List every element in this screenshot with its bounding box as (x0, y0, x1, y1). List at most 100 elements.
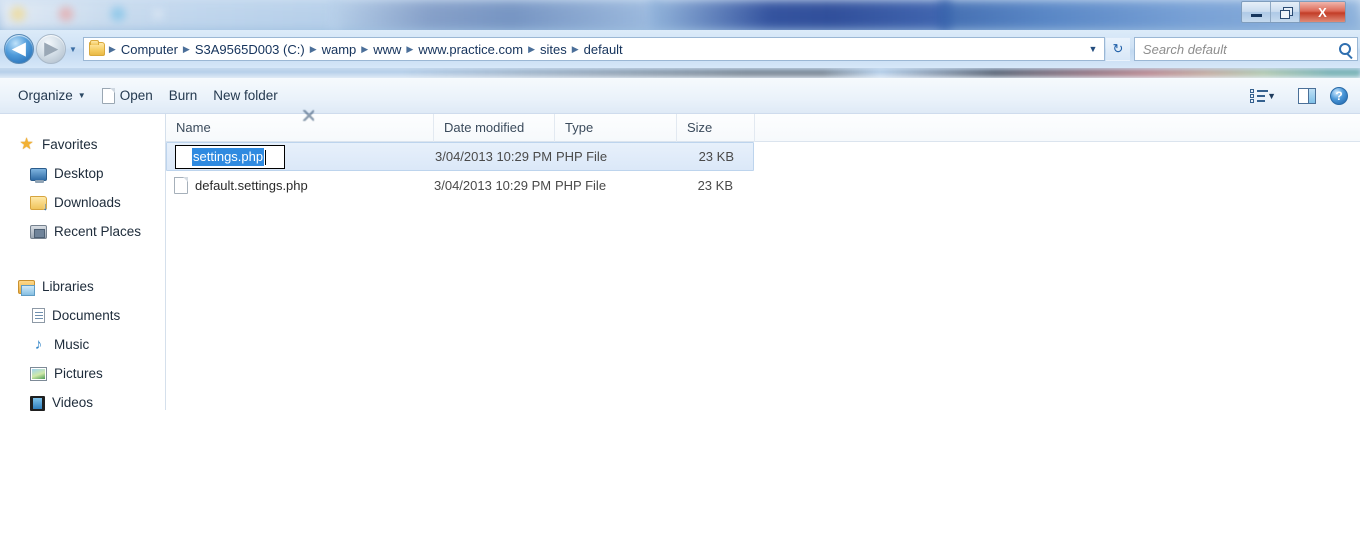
column-header-row: Name Date modified Type Size (166, 109, 1360, 142)
table-row[interactable]: default.settings.php 3/04/2013 10:29 PM … (166, 171, 1360, 200)
column-header-type[interactable]: Type (555, 113, 677, 142)
sidebar-item-documents[interactable]: Documents (0, 301, 165, 330)
sidebar-item-music[interactable]: ♪ Music (0, 330, 165, 359)
pictures-icon (30, 367, 47, 381)
address-path-box[interactable]: ▶ Computer ▶ S3A9565D003 (C:) ▶ wamp ▶ w… (82, 37, 1105, 61)
sidebar-item-pictures[interactable]: Pictures (0, 359, 165, 388)
open-button[interactable]: Open (94, 84, 161, 108)
breadcrumb-item-drive[interactable]: S3A9565D003 (C:) (191, 41, 309, 58)
file-date-cell: 3/04/2013 10:29 PM (434, 171, 555, 200)
sidebar-item-label: Recent Places (54, 224, 142, 239)
help-button[interactable]: ? (1330, 86, 1348, 105)
column-header-label: Date modified (444, 120, 525, 135)
search-input[interactable]: Search default (1143, 42, 1227, 57)
breadcrumb-item-wamp[interactable]: wamp (318, 41, 361, 58)
preview-pane-button[interactable] (1298, 87, 1316, 104)
sidebar-item-downloads[interactable]: Downloads (0, 188, 165, 217)
recent-places-icon (30, 225, 47, 239)
file-type-cell: PHP File (556, 143, 678, 170)
help-icon: ? (1335, 88, 1343, 103)
file-size-cell: 23 KB (678, 143, 748, 170)
desktop-icon (30, 167, 47, 183)
explorer-window: X ◀ ▶ ▼ ▶ Computer ▶ S3A9565D003 (C:) ▶ … (0, 0, 1360, 550)
column-header-date-modified[interactable]: Date modified (434, 113, 555, 142)
forward-button[interactable]: ▶ (36, 34, 66, 64)
column-header-label: Name (176, 120, 211, 135)
breadcrumb-separator: ▶ (361, 43, 369, 54)
sidebar-item-libraries[interactable]: Libraries (0, 272, 165, 301)
desktop-bleed-icons (8, 4, 258, 26)
search-box[interactable]: Search default (1133, 37, 1358, 61)
open-label: Open (119, 88, 153, 103)
breadcrumb-separator: ▶ (309, 43, 317, 54)
videos-icon (30, 395, 45, 411)
breadcrumb-item-sites[interactable]: sites (536, 41, 571, 58)
mouse-cursor-artifact (303, 109, 314, 121)
back-button[interactable]: ◀ (4, 34, 34, 64)
close-icon: X (1318, 4, 1327, 20)
sidebar-item-label: Pictures (54, 366, 103, 381)
desktop-bleed-region-2 (330, 0, 660, 30)
sidebar-item-favorites[interactable]: ★ Favorites (0, 130, 165, 159)
sidebar-item-videos[interactable]: Videos (0, 388, 165, 417)
new-folder-label: New folder (213, 88, 278, 103)
file-size-cell: 23 KB (677, 171, 747, 200)
column-header-label: Type (565, 120, 594, 135)
new-folder-button[interactable]: New folder (205, 84, 286, 107)
recent-locations-button[interactable]: ▼ (69, 45, 77, 54)
file-type-cell: PHP File (555, 171, 677, 200)
restore-button[interactable] (1271, 2, 1300, 22)
file-name-cell[interactable]: default.settings.php (166, 171, 434, 200)
file-rows: 3/04/2013 10:29 PM PHP File 23 KB settin… (166, 142, 1360, 200)
music-note-icon: ♪ (34, 335, 43, 353)
breadcrumb-separator: ▶ (571, 43, 579, 54)
burn-button[interactable]: Burn (161, 84, 206, 107)
sidebar-group-favorites: ★ Favorites Desktop Downloads Recent Pla… (0, 130, 165, 246)
refresh-button[interactable]: ↻ (1105, 37, 1130, 61)
text-caret (265, 149, 267, 165)
file-date-text: 3/04/2013 10:29 PM (435, 149, 553, 164)
file-list-pane: Name Date modified Type Size 3/04/2013 1… (166, 109, 1360, 410)
desktop-bleed-strip (0, 68, 1360, 78)
close-button[interactable]: X (1300, 2, 1345, 22)
sidebar-item-desktop[interactable]: Desktop (0, 159, 165, 188)
restore-icon (1279, 7, 1293, 19)
window-controls: X (1241, 1, 1346, 23)
breadcrumb-item-computer[interactable]: Computer (117, 41, 182, 58)
breadcrumb-item-default[interactable]: default (580, 41, 627, 58)
file-size-text: 23 KB (698, 149, 734, 164)
chevron-down-icon: ▼ (1088, 44, 1098, 54)
php-file-icon (174, 177, 188, 194)
column-header-label: Size (687, 120, 713, 135)
rename-input[interactable]: settings.php (175, 145, 285, 169)
minimize-icon (1250, 13, 1262, 17)
sidebar-item-label: Music (54, 337, 90, 352)
column-header-size[interactable]: Size (677, 113, 755, 142)
libraries-icon (18, 280, 35, 296)
view-options-icon (1250, 88, 1269, 103)
file-type-text: PHP File (556, 149, 608, 164)
change-view-button[interactable]: ▼ (1242, 85, 1284, 107)
organize-button[interactable]: Organize ▼ (10, 84, 94, 107)
desktop-bleed-strip-content (400, 69, 1360, 77)
chevron-down-icon: ▼ (77, 91, 86, 100)
file-name-text: default.settings.php (195, 178, 308, 193)
minimize-button[interactable] (1242, 2, 1271, 22)
desktop-bleed-region-3 (650, 0, 950, 30)
sidebar-item-label: Desktop (54, 166, 104, 181)
column-header-name[interactable]: Name (166, 109, 434, 142)
table-row[interactable]: 3/04/2013 10:29 PM PHP File 23 KB settin… (166, 142, 754, 171)
address-dropdown-button[interactable]: ▼ (1084, 40, 1102, 58)
breadcrumb-item-site[interactable]: www.practice.com (414, 41, 527, 58)
breadcrumb: ▶ Computer ▶ S3A9565D003 (C:) ▶ wamp ▶ w… (108, 41, 627, 58)
chevron-down-icon: ▼ (1267, 90, 1276, 101)
documents-icon (32, 308, 45, 323)
breadcrumb-item-www[interactable]: www (369, 41, 405, 58)
breadcrumb-separator: ▶ (528, 43, 535, 54)
navigation-pane: ★ Favorites Desktop Downloads Recent Pla… (0, 114, 166, 411)
burn-label: Burn (168, 88, 198, 103)
title-bar[interactable]: X (0, 0, 1360, 30)
document-icon (101, 87, 115, 104)
sidebar-item-recent-places[interactable]: Recent Places (0, 217, 165, 246)
